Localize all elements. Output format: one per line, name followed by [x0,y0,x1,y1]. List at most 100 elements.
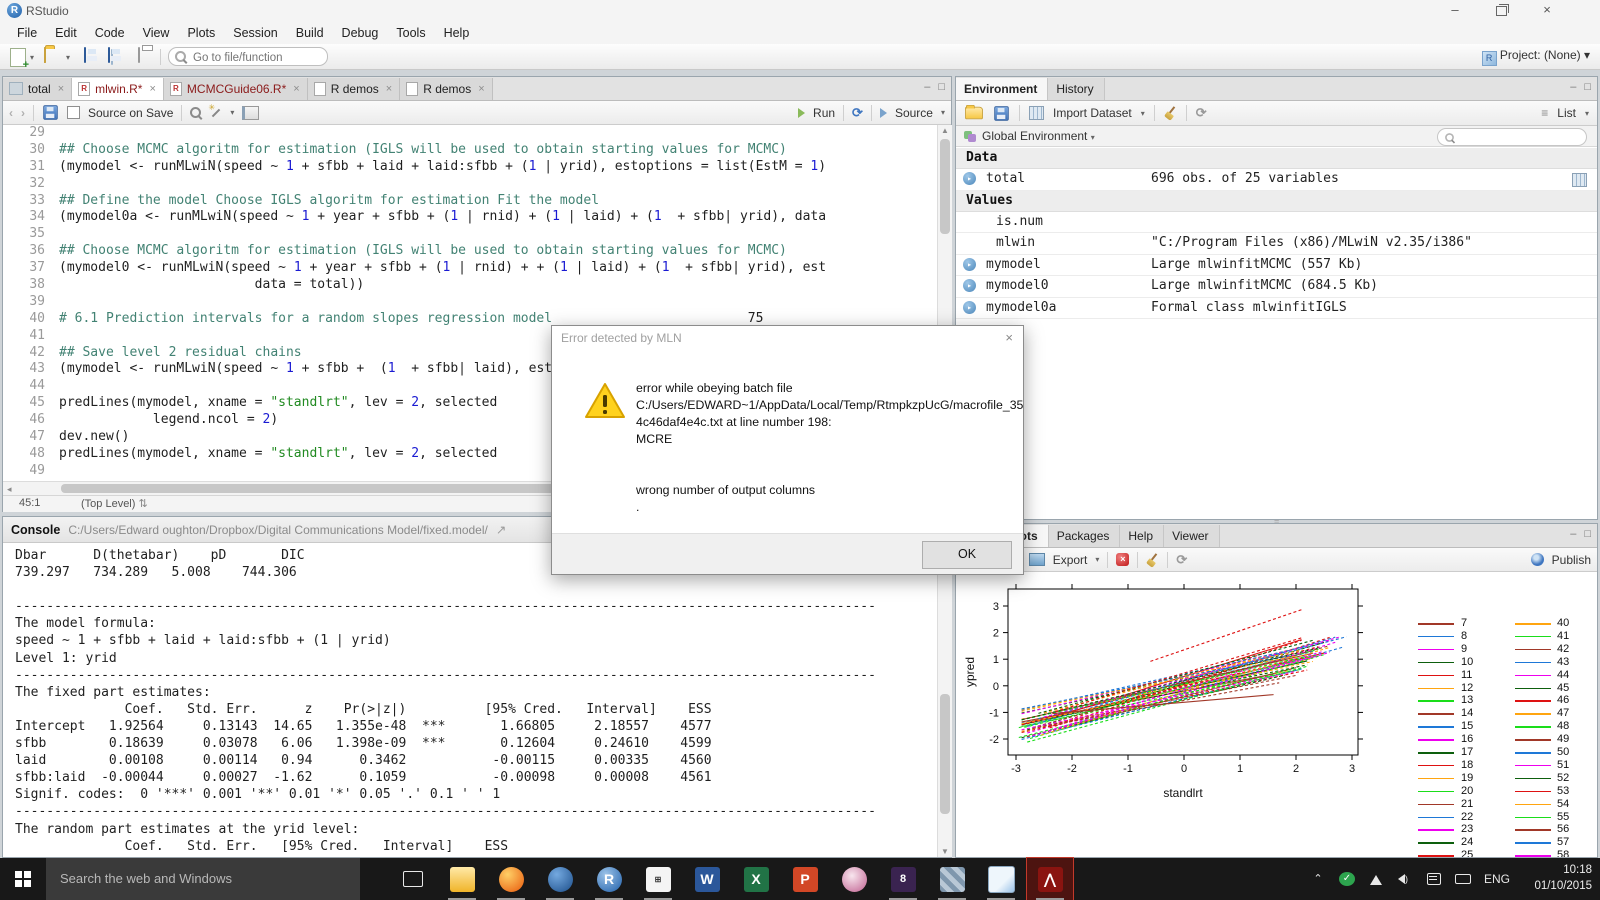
project-menu[interactable]: R Project: (None) ▾ [1482,48,1590,66]
taskbar-icon-paint[interactable] [831,858,877,900]
taskbar-icon-r[interactable]: R [586,858,632,900]
menu-item-build[interactable]: Build [287,24,333,42]
menu-item-view[interactable]: View [134,24,179,42]
code-tools-dropdown-icon[interactable]: ▾ [230,108,234,117]
tray-chevron-up-icon[interactable]: ⌃ [1310,872,1326,886]
console-navigate-icon[interactable]: ↗ [496,522,506,537]
source-dropdown-icon[interactable]: ▾ [941,108,945,117]
export-plot-button[interactable]: Export [1053,553,1088,567]
tab-close-icon[interactable]: × [293,83,299,95]
window-minimize-button[interactable]: – [1432,0,1478,22]
menu-item-edit[interactable]: Edit [46,24,86,42]
export-dropdown-icon[interactable]: ▾ [1095,555,1099,564]
open-file-icon[interactable] [44,47,46,63]
new-file-icon[interactable] [10,48,26,67]
environment-object-row[interactable]: is.num [956,212,1597,234]
editor-tab-mlwin-r-[interactable]: Rmlwin.R*× [72,78,164,100]
code-tools-icon[interactable] [209,106,222,119]
tab-packages[interactable]: Packages [1049,525,1121,547]
clock[interactable]: 10:18 01/10/2015 [1534,862,1592,894]
taskbar-icon-word[interactable]: W [684,858,730,900]
source-on-save-checkbox[interactable] [67,106,80,119]
import-dataset-button[interactable]: Import Dataset [1053,106,1132,120]
editor-tab-r-demos[interactable]: R demos× [400,78,492,100]
refresh-icon[interactable]: ⟳ [1196,105,1207,121]
save-doc-icon[interactable] [43,105,57,119]
taskbar-icon-powerpoint[interactable]: P [782,858,828,900]
action-center-icon[interactable] [1426,872,1442,886]
clear-environment-icon[interactable] [1164,106,1177,120]
save-all-icon[interactable] [108,47,110,63]
hscroll-left-icon[interactable]: ◂ [7,484,12,495]
tab-viewer[interactable]: Viewer [1164,525,1219,547]
open-file-dropdown-icon[interactable]: ▾ [66,53,70,62]
environment-search-box[interactable] [1437,128,1587,146]
language-indicator[interactable]: ENG [1484,872,1510,886]
refresh-plot-icon[interactable]: ⟳ [1176,552,1187,568]
tab-help[interactable]: Help [1120,525,1164,547]
pane-minimize-icon[interactable]: – [924,81,930,93]
menu-item-session[interactable]: Session [224,24,286,42]
wifi-icon[interactable] [1368,872,1384,886]
menu-item-help[interactable]: Help [435,24,479,42]
taskbar-icon-thunderbird[interactable] [537,858,583,900]
taskbar-icon-app-mosaic[interactable] [929,858,975,900]
pane-minimize-icon[interactable]: – [1570,81,1576,93]
tray-sync-icon[interactable]: ✓ [1339,872,1355,886]
pane-maximize-icon[interactable]: □ [1584,528,1591,540]
save-workspace-icon[interactable] [994,106,1008,120]
clear-plots-icon[interactable] [1146,553,1159,567]
rerun-icon[interactable]: ⟳ [852,105,863,121]
volume-icon[interactable]: ) [1397,872,1413,886]
window-close-button[interactable]: × [1524,0,1570,22]
compile-notebook-icon[interactable] [242,106,259,120]
environment-object-row[interactable]: ▸total696 obs. of 25 variables [956,169,1597,191]
save-icon[interactable] [84,47,86,63]
menu-item-file[interactable]: File [8,24,46,42]
list-view-button[interactable]: List [1557,106,1576,120]
start-button[interactable] [0,858,46,900]
environment-object-row[interactable]: ▸mymodelLarge mlwinfitMCMC (557 Kb) [956,255,1597,277]
goto-file-search[interactable] [168,47,328,66]
scope-selector[interactable]: (Top Level) ⇅ [81,497,148,510]
pane-maximize-icon[interactable]: □ [938,81,945,93]
find-icon[interactable] [190,107,201,118]
tab-environment[interactable]: Environment [956,78,1048,100]
source-button[interactable]: Source [895,106,933,120]
menu-item-code[interactable]: Code [86,24,134,42]
new-file-dropdown-icon[interactable]: ▾ [30,53,34,62]
editor-tab-r-demos[interactable]: R demos× [308,78,400,100]
taskbar-search[interactable]: Search the web and Windows [46,858,360,900]
load-workspace-icon[interactable] [965,107,983,120]
tab-close-icon[interactable]: × [149,83,155,95]
environment-object-row[interactable]: mlwin"C:/Program Files (x86)/MLwiN v2.35… [956,233,1597,255]
taskbar-icon-mlwin[interactable]: ⊞ [635,858,681,900]
import-dropdown-icon[interactable]: ▾ [1141,109,1145,118]
editor-tab-mcmcguide06-r-[interactable]: RMCMCGuide06.R*× [164,78,308,100]
remove-plot-icon[interactable]: × [1116,553,1129,566]
console-output[interactable]: Dbar D(thetabar) pD DIC 739.297 734.289 … [3,544,949,857]
run-button[interactable]: Run [813,106,835,120]
touch-keyboard-icon[interactable] [1455,872,1471,886]
back-icon[interactable]: ‹ [9,106,13,120]
expand-icon[interactable]: ▸ [963,301,976,314]
taskbar-icon-acrobat[interactable]: ⋀ [1027,858,1073,900]
forward-icon[interactable]: › [21,106,25,120]
window-restore-button[interactable] [1478,0,1524,22]
environment-object-row[interactable]: ▸mymodel0aFormal class mlwinfitIGLS [956,298,1597,320]
expand-icon[interactable]: ▸ [963,172,976,185]
taskbar-icon-excel[interactable]: X [733,858,779,900]
print-icon[interactable] [138,47,140,63]
dialog-close-icon[interactable]: × [1005,330,1013,345]
menu-item-debug[interactable]: Debug [333,24,388,42]
taskbar-icon-task-view[interactable] [390,858,436,900]
list-dropdown-icon[interactable]: ▾ [1585,109,1589,118]
menu-item-plots[interactable]: Plots [178,24,224,42]
taskbar-icon-notepad[interactable] [978,858,1024,900]
editor-tab-total[interactable]: total× [3,78,72,100]
ok-button[interactable]: OK [922,541,1012,569]
tab-close-icon[interactable]: × [58,83,64,95]
environment-object-row[interactable]: ▸mymodel0Large mlwinfitMCMC (684.5 Kb) [956,276,1597,298]
taskbar-icon-file-explorer[interactable] [439,858,485,900]
taskbar-icon-app-purple[interactable]: 8 [880,858,926,900]
